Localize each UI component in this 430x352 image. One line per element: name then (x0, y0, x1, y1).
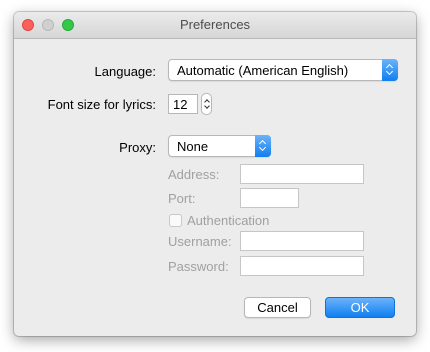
font-size-field[interactable]: 12 (168, 94, 198, 114)
font-size-label: Font size for lyrics: (47, 97, 156, 112)
address-field[interactable] (240, 164, 364, 184)
username-label: Username: (168, 234, 232, 249)
proxy-select[interactable]: None (168, 135, 271, 157)
password-field[interactable] (240, 256, 364, 276)
password-label: Password: (168, 259, 229, 274)
window-title: Preferences (179, 17, 251, 32)
stepper-down-icon (204, 103, 210, 109)
chevron-down-icon (258, 143, 267, 152)
select-arrows-icon (255, 135, 271, 157)
username-field[interactable] (240, 231, 364, 251)
font-size-stepper[interactable] (201, 93, 212, 115)
proxy-label: Proxy: (119, 140, 156, 155)
authentication-checkbox[interactable] (169, 214, 182, 227)
chevron-down-icon (385, 67, 394, 76)
cancel-button[interactable]: Cancel (244, 297, 311, 318)
preferences-window: Preferences Language: Automatic (America… (14, 12, 416, 336)
language-select[interactable]: Automatic (American English) (168, 59, 398, 81)
select-arrows-icon (382, 59, 398, 81)
language-selected-value: Automatic (American English) (177, 63, 349, 78)
port-label: Port: (168, 191, 196, 206)
address-label: Address: (168, 167, 220, 182)
language-label: Language: (94, 64, 156, 79)
title-bar: Preferences (14, 12, 416, 39)
proxy-selected-value: None (177, 139, 209, 154)
font-size-value: 12 (173, 97, 188, 112)
ok-button[interactable]: OK (325, 297, 395, 318)
authentication-label: Authentication (187, 213, 270, 228)
port-field[interactable] (240, 188, 299, 208)
